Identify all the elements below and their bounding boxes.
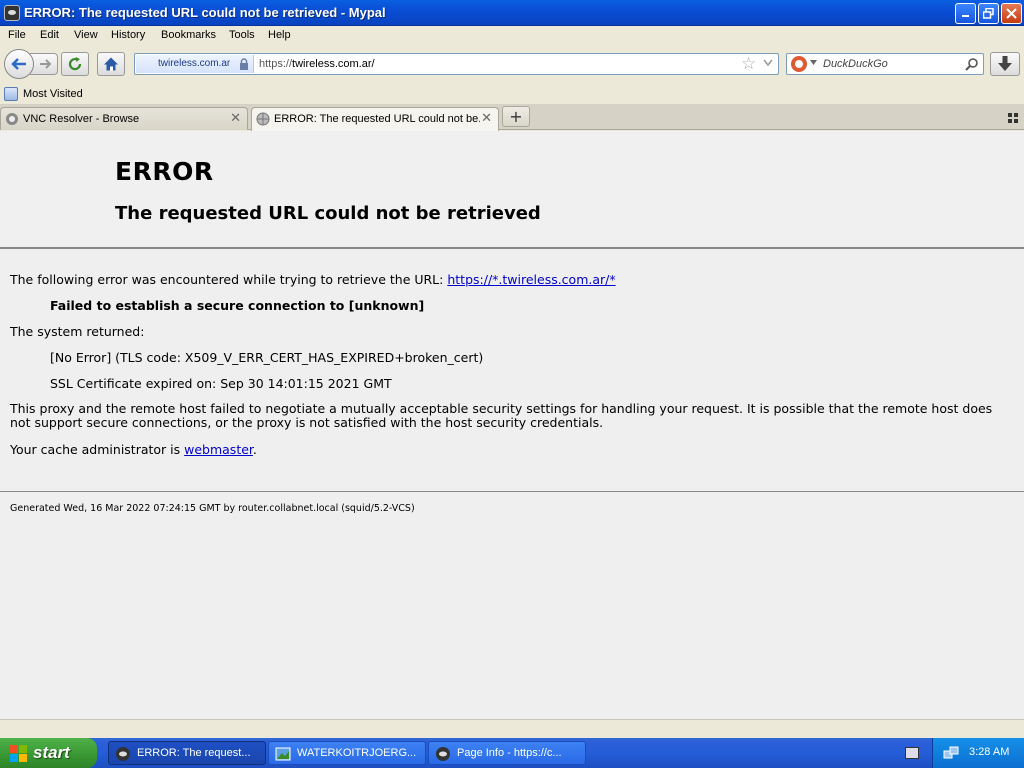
tab-label: VNC Resolver - Browse xyxy=(23,113,140,125)
start-label: start xyxy=(33,743,70,762)
negotiation-message: This proxy and the remote host failed to… xyxy=(10,401,993,430)
page-content: ERROR The requested URL could not be ret… xyxy=(0,131,1024,719)
menu-help[interactable]: Help xyxy=(268,29,291,41)
windows-flag-icon xyxy=(10,745,27,762)
windows-taskbar: start ERROR: The request... WATERKOITRJO… xyxy=(0,738,1024,768)
back-button[interactable] xyxy=(4,49,34,79)
close-icon xyxy=(1006,8,1017,19)
list-all-tabs-icon[interactable] xyxy=(1008,113,1018,123)
duckduckgo-engine-icon[interactable] xyxy=(791,56,807,72)
tls-code-message: [No Error] (TLS code: X509_V_ERR_CERT_HA… xyxy=(50,350,484,365)
url-host: twireless.com.ar/ xyxy=(292,58,375,70)
new-tab-button[interactable]: + xyxy=(502,106,530,127)
url-bar[interactable]: twireless.com.ar https://twireless.com.a… xyxy=(134,53,779,75)
page-subtitle: The requested URL could not be retrieved xyxy=(115,203,541,224)
mypal-app-icon[interactable] xyxy=(4,5,20,21)
navigation-toolbar: twireless.com.ar https://twireless.com.a… xyxy=(0,46,1024,84)
bookmarks-toolbar: Most Visited xyxy=(0,84,1024,104)
generated-footer: Generated Wed, 16 Mar 2022 07:24:15 GMT … xyxy=(10,503,415,514)
menu-tools[interactable]: Tools xyxy=(229,29,255,41)
search-icon[interactable] xyxy=(965,57,979,71)
cert-expired-message: SSL Certificate expired on: Sep 30 14:01… xyxy=(50,376,392,391)
tab-error-page[interactable]: ERROR: The requested URL could not be...… xyxy=(251,107,499,131)
taskbar-item-waterkoi[interactable]: WATERKOITRJOERG... xyxy=(268,741,426,765)
url-text[interactable]: https://twireless.com.ar/ xyxy=(259,58,375,70)
encountered-message: The following error was encountered whil… xyxy=(10,272,616,287)
tab-vnc-resolver[interactable]: VNC Resolver - Browse ✕ xyxy=(0,107,248,130)
window-title: ERROR: The requested URL could not be re… xyxy=(24,5,386,20)
engine-dropdown-icon[interactable] xyxy=(810,60,817,65)
system-tray: 3:28 AM xyxy=(932,738,1024,768)
close-button[interactable] xyxy=(1001,3,1022,24)
downloads-button[interactable] xyxy=(990,52,1020,76)
restore-icon xyxy=(983,8,994,19)
bookmark-star-icon[interactable]: ☆ xyxy=(741,55,756,73)
url-scheme: https:// xyxy=(259,58,293,70)
menu-view[interactable]: View xyxy=(74,29,98,41)
site-identity-label: twireless.com.ar xyxy=(158,58,231,69)
window-titlebar[interactable]: ERROR: The requested URL could not be re… xyxy=(0,0,1024,26)
admin-prefix: Your cache administrator is xyxy=(10,442,185,457)
network-icon[interactable] xyxy=(943,745,959,761)
taskbar-clock[interactable]: 3:28 AM xyxy=(969,746,1009,758)
tab-label: ERROR: The requested URL could not be... xyxy=(274,113,480,125)
back-arrow-icon xyxy=(11,58,26,70)
status-bar xyxy=(0,719,1024,738)
maximize-button[interactable] xyxy=(978,3,999,24)
home-icon xyxy=(104,57,118,71)
system-returned-label: The system returned: xyxy=(10,324,145,339)
admin-suffix: . xyxy=(252,442,257,457)
site-identity-button[interactable]: twireless.com.ar xyxy=(136,55,254,73)
taskbar-item-page-info[interactable]: Page Info - https://c... xyxy=(428,741,586,765)
search-bar[interactable]: DuckDuckGo xyxy=(786,53,984,75)
error-header: ERROR The requested URL could not be ret… xyxy=(0,131,1024,249)
encountered-prefix: The following error was encountered whil… xyxy=(10,272,448,287)
keyboard-layout-icon[interactable] xyxy=(905,747,919,759)
taskbar-item-error-page[interactable]: ERROR: The request... xyxy=(108,741,266,765)
start-button[interactable]: start xyxy=(0,738,97,768)
menu-edit[interactable]: Edit xyxy=(40,29,59,41)
vnc-tab-icon xyxy=(6,113,18,125)
menu-file[interactable]: File xyxy=(8,29,26,41)
lock-icon xyxy=(240,58,248,70)
requested-url-link[interactable]: https://*.twireless.com.ar/* xyxy=(447,272,615,287)
forward-arrow-icon xyxy=(40,59,52,69)
tab-close-icon[interactable]: ✕ xyxy=(481,111,492,126)
cache-admin-message: Your cache administrator is webmaster. xyxy=(10,442,257,457)
image-viewer-icon xyxy=(275,747,291,761)
page-title: ERROR xyxy=(115,157,214,186)
footer-divider xyxy=(0,491,1024,492)
taskbar-item-label: Page Info - https://c... xyxy=(457,747,562,759)
search-placeholder: DuckDuckGo xyxy=(823,58,888,70)
taskbar-item-label: ERROR: The request... xyxy=(137,747,251,759)
download-arrow-icon xyxy=(998,56,1012,71)
tab-close-icon[interactable]: ✕ xyxy=(230,111,241,126)
menu-history[interactable]: History xyxy=(111,29,145,41)
taskbar-item-label: WATERKOITRJOERG... xyxy=(297,747,417,759)
mypal-icon xyxy=(436,747,450,761)
failed-message: Failed to establish a secure connection … xyxy=(50,298,425,313)
globe-icon xyxy=(256,112,270,126)
minimize-button[interactable] xyxy=(955,3,976,24)
most-visited-label: Most Visited xyxy=(23,88,83,100)
reload-icon xyxy=(68,57,82,71)
home-button[interactable] xyxy=(97,52,125,76)
url-dropdown-icon[interactable] xyxy=(763,59,773,67)
plus-icon: + xyxy=(509,107,523,126)
mypal-icon xyxy=(116,747,130,761)
minimize-icon xyxy=(961,15,969,17)
bookmark-folder-icon xyxy=(4,87,18,101)
menu-bookmarks[interactable]: Bookmarks xyxy=(161,29,216,41)
webmaster-link[interactable]: webmaster xyxy=(184,442,253,457)
forward-button[interactable] xyxy=(30,53,58,75)
menu-bar: File Edit View History Bookmarks Tools H… xyxy=(0,26,1024,46)
reload-button[interactable] xyxy=(61,52,89,76)
